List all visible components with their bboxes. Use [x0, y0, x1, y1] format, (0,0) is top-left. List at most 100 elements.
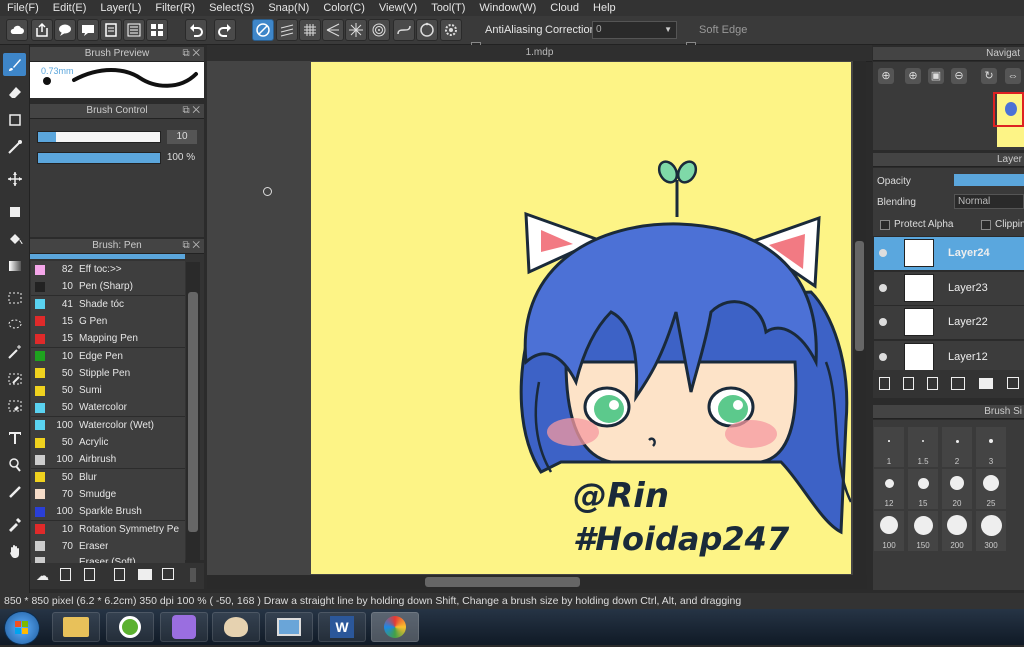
new-brush-icon[interactable]	[60, 568, 71, 581]
menu-layer[interactable]: Layer(L)	[93, 0, 148, 16]
concentric-snap-icon[interactable]	[368, 19, 390, 41]
gradient-tool-icon[interactable]	[3, 254, 26, 277]
pen-line-tool-icon[interactable]	[3, 135, 26, 158]
visibility-eye-icon[interactable]	[879, 352, 887, 361]
redo-icon[interactable]	[214, 19, 236, 41]
brush-cloud-icon[interactable]: ☁	[36, 568, 49, 584]
visibility-eye-icon[interactable]	[879, 249, 887, 257]
clipping-checkbox[interactable]	[981, 220, 991, 230]
circle-snap-icon[interactable]	[416, 19, 438, 41]
menu-file[interactable]: File(F)	[0, 0, 46, 16]
brush-size-preset[interactable]: 25	[976, 469, 1006, 509]
panel-controls[interactable]: ⧉ ✕	[182, 47, 200, 61]
brush-list-item[interactable]: 10 Pen (Sharp)	[31, 278, 185, 297]
document-icon[interactable]	[100, 19, 122, 41]
visibility-eye-icon[interactable]	[879, 283, 887, 292]
brush-list-item[interactable]: 15 G Pen	[31, 312, 185, 331]
brush-list-item[interactable]: 100 Airbrush	[31, 451, 185, 470]
layer-row[interactable]: Layer23	[874, 271, 1024, 306]
menu-filter[interactable]: Filter(R)	[148, 0, 202, 16]
zoom-out-icon[interactable]: ⊖	[951, 68, 967, 84]
menu-edit[interactable]: Edit(E)	[46, 0, 94, 16]
photo-viewer-icon[interactable]	[265, 612, 313, 642]
brush-list-scroll-thumb[interactable]	[188, 292, 198, 532]
brush-list-item[interactable]: 70 Eraser	[31, 537, 185, 556]
new-layer-icon[interactable]	[879, 377, 890, 390]
blending-select[interactable]: Normal	[954, 194, 1024, 209]
canvas-vertical-thumb[interactable]	[855, 241, 864, 351]
cross-snap-icon[interactable]	[299, 19, 321, 41]
brush-list-item[interactable]: 82 Eff toc:>>	[31, 261, 185, 279]
layer-folder-icon[interactable]	[979, 378, 993, 389]
brush-opacity-slider[interactable]	[37, 152, 161, 164]
brush-settings-icon[interactable]	[84, 568, 95, 581]
menu-color[interactable]: Color(C)	[316, 0, 372, 16]
brush-size-preset[interactable]: 200	[942, 511, 972, 551]
brush-copy-icon[interactable]	[114, 568, 125, 581]
zoom-in-icon[interactable]: ⊕	[878, 68, 894, 84]
brush-list-item[interactable]: 50 Acrylic	[31, 434, 185, 452]
menu-window[interactable]: Window(W)	[472, 0, 543, 16]
brush-list-item[interactable]: 70 Smudge	[31, 485, 185, 504]
start-orb-icon[interactable]	[4, 611, 40, 645]
gear-icon[interactable]	[440, 19, 462, 41]
medibang-paint-icon[interactable]	[371, 612, 419, 642]
brush-list-item[interactable]: 100 Watercolor (Wet)	[31, 416, 185, 435]
dot-tool-icon[interactable]	[3, 108, 26, 131]
new-8bit-layer-icon[interactable]	[927, 377, 938, 390]
brush-list-item[interactable]: 100 Sparkle Brush	[31, 503, 185, 522]
text-tool-icon[interactable]	[3, 426, 26, 449]
comment-icon[interactable]	[77, 19, 99, 41]
rotate-icon[interactable]: ↻	[981, 68, 997, 84]
canvas-horizontal-thumb[interactable]	[425, 577, 580, 587]
brush-size-slider[interactable]	[37, 131, 161, 143]
bucket-tool-icon[interactable]	[3, 227, 26, 250]
menu-view[interactable]: View(V)	[372, 0, 424, 16]
menu-cloud[interactable]: Cloud	[543, 0, 586, 16]
brush-duplicate-icon[interactable]	[162, 568, 174, 580]
eraser-tool-icon[interactable]	[3, 81, 26, 104]
brush-size-preset[interactable]: 300	[976, 511, 1006, 551]
list-icon[interactable]	[123, 19, 145, 41]
undo-icon[interactable]	[185, 19, 207, 41]
panel-controls[interactable]: ⧉ ✕	[182, 239, 200, 253]
file-explorer-icon[interactable]	[52, 612, 100, 642]
radial-snap-icon[interactable]	[345, 19, 367, 41]
brush-tool-icon[interactable]	[3, 53, 26, 76]
menu-select[interactable]: Select(S)	[202, 0, 261, 16]
canvas-vertical-scrollbar[interactable]	[853, 61, 866, 575]
artwork-canvas[interactable]: @Rin #Hoidap247	[311, 62, 851, 574]
brush-list-item[interactable]: 10 Edge Pen	[31, 347, 185, 366]
brush-list-hscroll[interactable]	[190, 568, 196, 582]
export-icon[interactable]	[31, 19, 53, 41]
eyedropper-tool-icon[interactable]	[3, 512, 26, 535]
menu-help[interactable]: Help	[586, 0, 623, 16]
select-rect-tool-icon[interactable]	[3, 286, 26, 309]
move-tool-icon[interactable]	[3, 167, 26, 190]
cloud-icon[interactable]	[6, 19, 28, 41]
brush-list-scrollbar[interactable]	[186, 262, 200, 562]
select-eraser-tool-icon[interactable]	[3, 394, 26, 417]
vanishing-point-snap-icon[interactable]	[322, 19, 344, 41]
fit-screen-icon[interactable]: ▣	[928, 68, 944, 84]
coccoc-browser-icon[interactable]	[106, 612, 154, 642]
brush-size-preset[interactable]: 12	[874, 469, 904, 509]
brush-size-preset[interactable]: 150	[908, 511, 938, 551]
snap-off-icon[interactable]	[252, 19, 274, 41]
select-pen-tool-icon[interactable]	[3, 367, 26, 390]
layer-menu-icon[interactable]	[951, 377, 965, 390]
flip-icon[interactable]: ⇔	[1005, 68, 1021, 84]
brush-size-preset[interactable]: 1.5	[908, 427, 938, 467]
navigator-thumbnail[interactable]	[993, 92, 1024, 147]
fill-rect-tool-icon[interactable]	[3, 200, 26, 223]
speech-bubble-icon[interactable]	[54, 19, 76, 41]
layer-row[interactable]: Layer22	[874, 306, 1024, 340]
lasso-tool-icon[interactable]	[3, 313, 26, 336]
visibility-eye-icon[interactable]	[879, 318, 887, 326]
brush-size-preset[interactable]: 20	[942, 469, 972, 509]
brush-size-value[interactable]: 10	[167, 130, 197, 144]
divide-panel-tool-icon[interactable]	[3, 480, 26, 503]
hand-tool-icon[interactable]	[3, 539, 26, 562]
brush-size-preset[interactable]: 2	[942, 427, 972, 467]
brush-list-item[interactable]: 50 Sumi	[31, 382, 185, 401]
